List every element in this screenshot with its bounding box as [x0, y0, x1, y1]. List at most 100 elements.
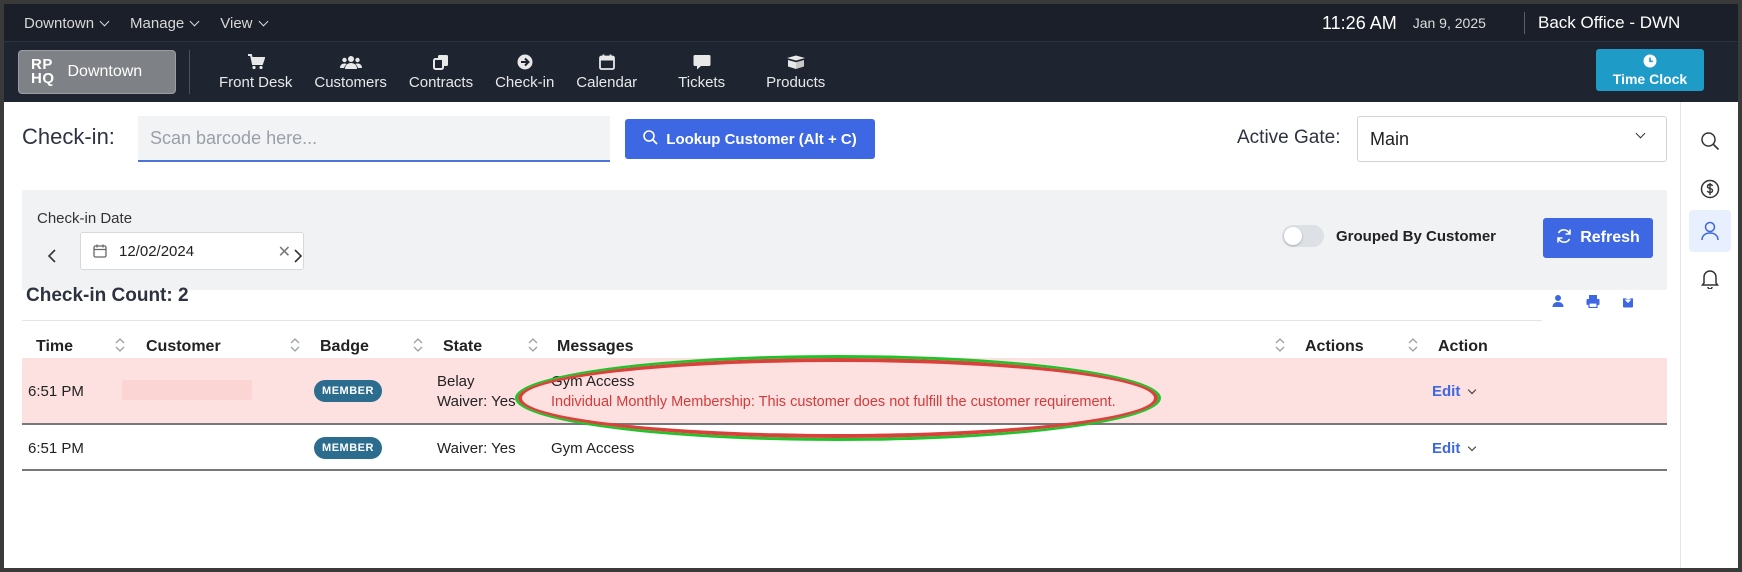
- nav-label: Tickets: [678, 74, 726, 91]
- check-in-date-label: Check-in Date: [37, 210, 133, 227]
- current-date: Jan 9, 2025: [1412, 15, 1486, 31]
- rail-notifications-button[interactable]: [1689, 258, 1731, 300]
- box-icon: [786, 53, 806, 71]
- menu-view-label: View: [220, 14, 253, 32]
- nav-label: Customers: [314, 74, 387, 91]
- date-picker[interactable]: 12/02/2024 ✕: [80, 232, 304, 270]
- logo-line-2: HQ: [31, 70, 55, 87]
- nav-items: Front Desk Customers Contracts Check-in: [208, 42, 836, 102]
- member-badge: MEMBER: [314, 380, 382, 402]
- chevron-down-icon: [99, 16, 110, 26]
- clock-icon: [1643, 54, 1657, 71]
- location-name: Downtown: [67, 63, 143, 80]
- column-badge[interactable]: Badge: [320, 338, 369, 356]
- chevron-left-icon: [47, 249, 56, 263]
- lookup-customer-label: Lookup Customer (Alt + C): [666, 130, 857, 148]
- table-tools: [1552, 294, 1634, 313]
- barcode-input[interactable]: [138, 116, 610, 162]
- active-gate-select[interactable]: Main: [1357, 116, 1667, 162]
- nav-check-in[interactable]: Check-in: [484, 42, 565, 102]
- chevron-down-icon: [1468, 385, 1477, 394]
- rail-search-button[interactable]: [1689, 120, 1731, 162]
- users-icon: [339, 53, 362, 71]
- sort-icon[interactable]: [528, 335, 538, 355]
- rail-payments-button[interactable]: [1689, 168, 1731, 210]
- row-state: Belay: [437, 373, 475, 390]
- next-date-button[interactable]: [288, 246, 308, 266]
- divider: [22, 320, 1542, 321]
- right-rail: [1680, 102, 1738, 568]
- edit-label: Edit: [1432, 383, 1461, 400]
- sort-icon[interactable]: [1408, 335, 1418, 355]
- previous-date-button[interactable]: [42, 246, 62, 266]
- row-message: Gym Access: [551, 440, 635, 457]
- grouped-by-customer-toggle[interactable]: [1282, 225, 1324, 247]
- current-time: 11:26 AM: [1322, 12, 1397, 33]
- refresh-button[interactable]: Refresh: [1543, 218, 1653, 258]
- edit-label: Edit: [1432, 440, 1461, 457]
- nav-customers[interactable]: Customers: [303, 42, 398, 102]
- chat-icon: [693, 53, 711, 71]
- contracts-icon: [432, 53, 449, 71]
- user-icon[interactable]: [1552, 294, 1564, 313]
- edit-action-dropdown[interactable]: Edit: [1432, 440, 1477, 457]
- search-icon: [1701, 132, 1720, 151]
- chevron-down-icon: [1635, 128, 1646, 139]
- bell-icon: [1701, 270, 1719, 289]
- time-clock-button[interactable]: Time Clock: [1596, 49, 1704, 91]
- toggle-knob: [1284, 227, 1302, 245]
- divider: [189, 50, 190, 94]
- user-icon: [1701, 221, 1719, 241]
- location-switcher[interactable]: RP HQ Downtown: [18, 50, 176, 94]
- nav-label: Contracts: [408, 74, 474, 91]
- chevron-right-icon: [294, 249, 303, 263]
- sort-icon[interactable]: [413, 335, 423, 355]
- arrow-circle-icon: [517, 53, 533, 71]
- column-actions[interactable]: Actions: [1305, 338, 1364, 356]
- nav-products[interactable]: Products: [755, 42, 836, 102]
- column-messages[interactable]: Messages: [557, 338, 634, 356]
- chevron-down-icon: [189, 16, 200, 26]
- rail-customer-button[interactable]: [1689, 210, 1731, 252]
- clock: 11:26 AM Jan 9, 2025: [1322, 4, 1486, 42]
- nav-label: Check-in: [495, 74, 555, 91]
- nav-calendar[interactable]: Calendar: [565, 42, 648, 102]
- member-badge: MEMBER: [314, 437, 382, 459]
- time-clock-label: Time Clock: [1612, 70, 1688, 87]
- download-icon[interactable]: [1622, 294, 1634, 313]
- cart-icon: [247, 53, 265, 71]
- sort-icon[interactable]: [1275, 335, 1285, 355]
- menu-manage[interactable]: Manage: [130, 15, 200, 32]
- lookup-customer-button[interactable]: Lookup Customer (Alt + C): [625, 119, 875, 159]
- sort-icon[interactable]: [290, 335, 300, 355]
- nav-label: Front Desk: [219, 74, 293, 91]
- column-customer[interactable]: Customer: [146, 338, 221, 356]
- row-time: 6:51 PM: [28, 440, 84, 457]
- nav-front-desk[interactable]: Front Desk: [208, 42, 303, 102]
- edit-action-dropdown[interactable]: Edit: [1432, 383, 1477, 400]
- column-time[interactable]: Time: [36, 338, 73, 356]
- top-menu-bar: Downtown Manage View 11:26 AM Jan 9, 202…: [4, 4, 1738, 42]
- top-menu: Downtown Manage View: [24, 4, 268, 42]
- print-icon[interactable]: [1586, 294, 1600, 313]
- table-row[interactable]: 6:51 PM MEMBER Waiver: Yes Gym Access Ed…: [22, 426, 1667, 471]
- column-state[interactable]: State: [443, 338, 482, 356]
- dollar-icon: [1700, 179, 1720, 199]
- grouped-by-customer-label: Grouped By Customer: [1336, 228, 1497, 245]
- nav-contracts[interactable]: Contracts: [398, 42, 484, 102]
- nav-label: Products: [766, 74, 826, 91]
- main-content: Check-in: Lookup Customer (Alt + C) Acti…: [4, 102, 1680, 568]
- row-time: 6:51 PM: [28, 383, 84, 400]
- office-name[interactable]: Back Office - DWN: [1538, 4, 1680, 42]
- active-gate-value: Main: [1370, 128, 1410, 149]
- divider: [1524, 12, 1525, 34]
- table-row[interactable]: 6:51 PM MEMBER Belay Waiver: Yes Gym Acc…: [22, 358, 1667, 425]
- sort-icon[interactable]: [115, 335, 125, 355]
- menu-downtown[interactable]: Downtown: [24, 15, 110, 32]
- column-action: Action: [1438, 338, 1488, 355]
- main-navbar: RP HQ Downtown Front Desk Customers Cont…: [4, 42, 1738, 102]
- row-waiver: Waiver: Yes: [437, 440, 516, 457]
- refresh-label: Refresh: [1580, 229, 1640, 246]
- nav-tickets[interactable]: Tickets: [648, 42, 755, 102]
- menu-view[interactable]: View: [220, 14, 268, 32]
